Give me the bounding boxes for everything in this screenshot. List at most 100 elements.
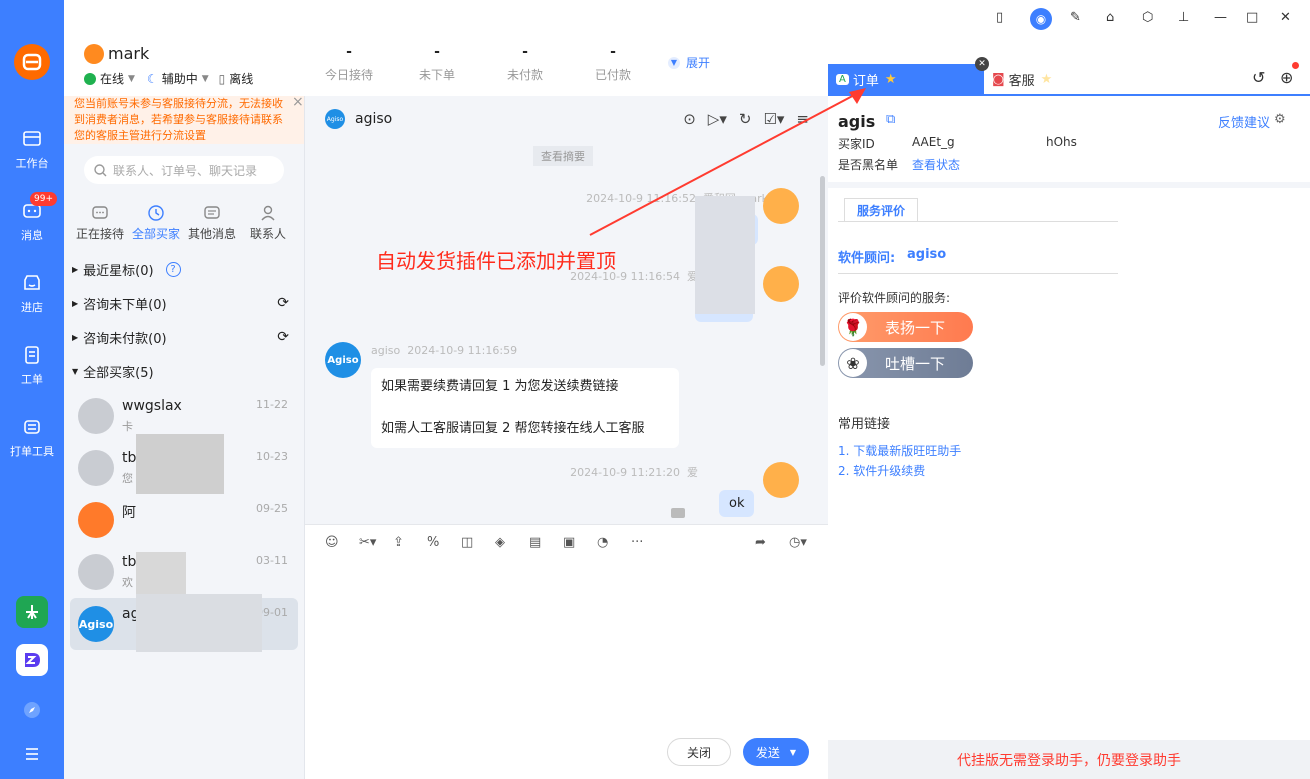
menu-button[interactable] [16,738,48,770]
refresh-icon[interactable]: ⟳ [277,295,289,311]
complain-button[interactable]: ❀ 吐槽一下 [838,348,973,378]
nav-item-workbench[interactable]: 工作台 [0,122,64,178]
avatar [763,462,799,498]
moon-icon: ☾ [146,71,158,86]
right-panel: ▯ ◉ ✎ ⌂ ⬡ ⊥ — □ ✕ A 订单 ★ ✕ ◙ 客服 ★ ↺ ⊕ ag… [828,0,1310,779]
search-input[interactable]: 联系人、订单号、聊天记录 [84,156,284,184]
more-icon[interactable] [671,508,685,518]
app-shortcut-green[interactable] [16,596,48,628]
chevron-down-icon[interactable]: ▼ [790,748,796,757]
expand-label: 展开 [686,56,711,70]
pin-star-icon[interactable]: ★ [1041,72,1053,87]
reload-icon[interactable]: ↺ [1252,68,1265,87]
link-renew[interactable]: 2. 软件升级续费 [838,462,925,479]
maximize-icon[interactable]: □ [1246,10,1268,30]
complain-label: 吐槽一下 [884,354,945,373]
pin-icon[interactable]: ⊥ [1178,10,1200,30]
add-tab-icon[interactable]: ⊕ [1280,68,1293,87]
account-avatar[interactable] [84,44,104,64]
help-icon[interactable]: ? [165,261,181,277]
order-icon[interactable]: ▤ [529,535,549,555]
msg-sender: 爱 [687,466,698,479]
caret-right-icon: ▶ [72,264,79,274]
settings-icon[interactable]: ⬡ [1142,10,1164,30]
app-shortcut-d[interactable] [16,644,48,676]
compass-icon [24,702,40,718]
footer-login-bar[interactable]: 代挂版无需登录助手，仍要登录助手 [828,740,1310,779]
stat-label: 未付款 [506,68,543,82]
compass-button[interactable] [16,694,48,726]
contact-preview: 您 [122,472,133,485]
logo-icon [22,53,42,71]
tab-label: 全部买家 [131,227,180,241]
nav-item-store[interactable]: 进店 [0,266,64,322]
history-icon[interactable]: ◷▾ [789,535,809,555]
edit-icon[interactable]: ✎ [1070,10,1092,30]
scissors-icon[interactable]: ✂▾ [359,535,379,555]
upload-icon[interactable]: ⇪ [393,535,413,555]
tab-receiving[interactable]: 正在接待 [72,204,128,242]
praise-button[interactable]: 🌹 表扬一下 [838,312,973,342]
service-icon: ◙ [992,71,1005,87]
group-unpaid[interactable]: ▶ 咨询未付款(0) ⟳ [72,325,297,349]
phone-icon[interactable]: ▯ [996,10,1018,30]
group-label: 最近星标(0) [83,263,154,279]
tab-service[interactable]: ◙ 客服 ★ [984,64,1074,94]
contacts-panel: 您当前账号未参与客服接待分流，无法接收到消费者消息，若希望参与客服接待请联系您的… [64,94,304,779]
chat-bubble-icon [92,206,108,219]
window-close-icon[interactable]: ✕ [1280,10,1302,30]
gear-icon: ⚙ [1274,112,1286,127]
nav-label: 工作台 [15,157,49,170]
forward-icon[interactable]: ➦ [755,535,775,555]
agiso-avatar: Agiso [325,342,361,378]
nav-item-print[interactable]: 打单工具 [0,410,64,466]
copy-icon[interactable]: ⧉ [886,112,895,127]
pin-star-icon[interactable]: ★ [885,72,897,87]
more-dots-icon[interactable]: ··· [631,535,651,555]
unread-badge: 99+ [30,192,57,206]
tab-other-messages[interactable]: 其他消息 [184,204,240,242]
app-logo[interactable] [14,44,50,80]
contact-preview: 卡 [122,420,133,433]
warning-text: 您当前账号未参与客服接待分流，无法接收到消费者消息，若希望参与客服接待请联系您的… [74,97,283,142]
coupon-icon[interactable]: ◫ [461,535,481,555]
quick-reply-icon[interactable]: ◔ [597,535,617,555]
blacklist-link[interactable]: 查看状态 [912,156,960,173]
status-offline[interactable]: 离线 [229,70,253,87]
close-icon[interactable]: × [292,94,304,110]
send-button[interactable]: 发送 ▼ [743,738,809,766]
group-not-ordered[interactable]: ▶ 咨询未下单(0) ⟳ [72,291,297,315]
search-placeholder: 联系人、订单号、聊天记录 [113,163,258,178]
tab-label: 正在接待 [75,227,124,241]
status-online[interactable]: 在线 [100,70,124,87]
chevron-down-icon[interactable]: ▼ [202,74,209,84]
minimize-icon[interactable]: — [1214,10,1236,30]
product-icon[interactable]: ▣ [563,535,583,555]
shirt-icon[interactable]: ⌂ [1106,10,1128,30]
nav-item-ticket[interactable]: 工单 [0,338,64,394]
group-starred[interactable]: ▶ 最近星标(0)? [72,257,297,281]
feedback-link[interactable]: 反馈建议 ⚙ [1218,112,1286,131]
contact-row[interactable]: 阿 09-25 [70,494,298,546]
group-all-buyers[interactable]: ▼ 全部买家(5) [72,359,297,383]
tag-icon[interactable]: ◈ [495,535,515,555]
expand-icon: ▼ [668,56,680,69]
contact-date: 09-25 [256,502,288,515]
eval-prompt: 评价软件顾问的服务: [838,291,951,305]
discount-icon[interactable]: % [427,535,447,555]
headset-icon[interactable]: ◉ [1030,8,1052,30]
chevron-down-icon[interactable]: ▼ [128,74,135,84]
tab-contacts[interactable]: 联系人 [240,204,296,242]
refresh-icon[interactable]: ⟳ [277,329,289,345]
tab-all-buyers[interactable]: 全部买家 [128,204,184,242]
stat-paid: - 已付款 [573,44,653,83]
tab-label: 联系人 [249,227,286,241]
emoji-icon[interactable]: ☺ [325,535,345,555]
nav-item-message[interactable]: 99+ 消息 [0,192,64,250]
feedback-label: 反馈建议 [1218,116,1271,131]
expand-button[interactable]: ▼ 展开 [668,54,710,71]
status-assist[interactable]: 辅助中 [162,70,198,87]
message-bubble: 如果需要续费请回复 1 为您发送续费链接 如需人工客服请回复 2 帮您转接在线人… [371,368,679,448]
close-button[interactable]: 关闭 [667,738,731,766]
link-download[interactable]: 1. 下载最新版旺旺助手 [838,442,961,459]
